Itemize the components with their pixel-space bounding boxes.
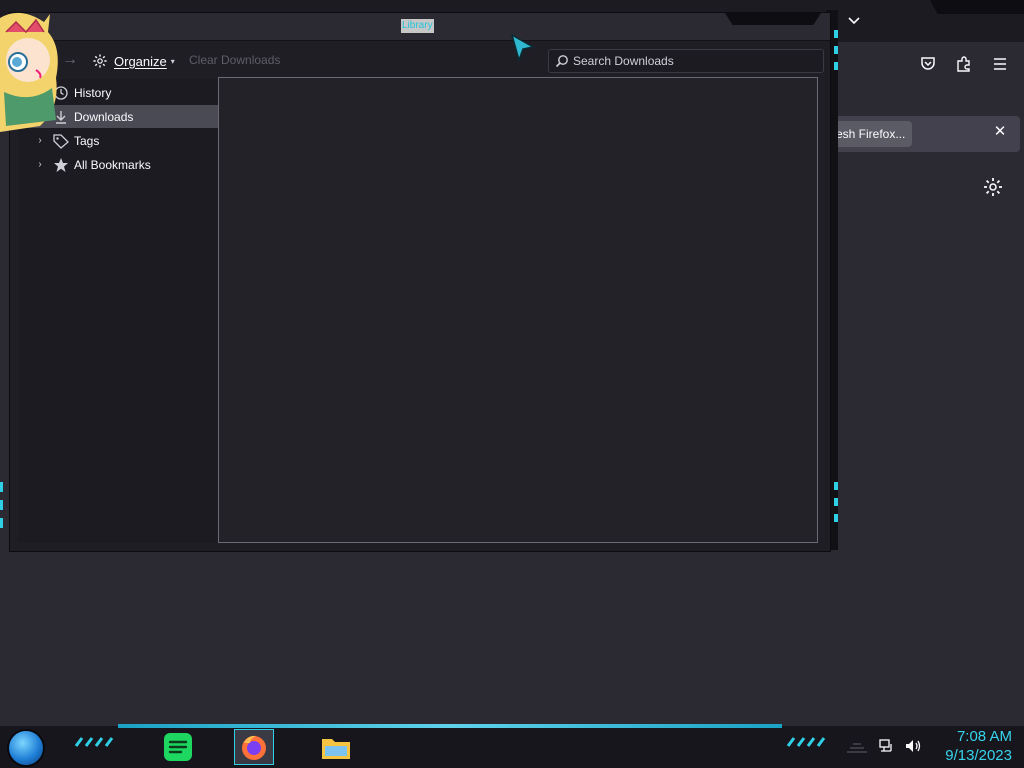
chevron-right-icon[interactable]: ›: [34, 135, 46, 146]
frame-accent: [834, 46, 838, 54]
star-icon: [52, 156, 70, 174]
sidebar-item-label: Tags: [74, 133, 100, 148]
puzzle-icon: [957, 56, 970, 72]
gear-icon: [93, 54, 107, 68]
organize-button[interactable]: Organize ▾: [92, 50, 175, 72]
forward-button[interactable]: →: [62, 51, 82, 69]
arrow-right-icon: →: [62, 51, 78, 68]
gear-icon: [984, 178, 1002, 196]
library-sidebar: History Downloads › Tags › All Bookmarks: [18, 79, 218, 543]
mouse-cursor-icon: [510, 33, 536, 63]
caret-down-icon: ▾: [170, 56, 175, 66]
settings-button[interactable]: [982, 176, 1004, 198]
volume-icon[interactable]: [904, 738, 922, 754]
window-title: Library: [401, 19, 434, 33]
taskbar-chevron-decoration: [786, 737, 826, 747]
search-input[interactable]: [573, 50, 818, 72]
downloads-list[interactable]: [218, 77, 818, 543]
start-button[interactable]: [7, 729, 45, 767]
sidebar-item-all-bookmarks[interactable]: › All Bookmarks: [18, 153, 218, 176]
taskbar-chevron-decoration: [74, 737, 114, 747]
chevron-down-icon: [848, 17, 860, 25]
taskbar: [0, 726, 1024, 768]
frame-accent: [834, 498, 838, 506]
frame-accent: [834, 482, 838, 490]
frame-accent: [0, 482, 3, 492]
spotify-icon: [164, 733, 192, 761]
file-explorer-icon: [322, 739, 350, 759]
frame-accent: [834, 62, 838, 70]
extensions-button[interactable]: [952, 52, 976, 76]
library-titlebar[interactable]: Library: [10, 13, 830, 41]
list-all-tabs-button[interactable]: [842, 10, 866, 32]
taskbar-spotify[interactable]: [158, 729, 198, 765]
sidebar-item-label: Downloads: [74, 109, 134, 124]
chevron-right-icon[interactable]: ›: [34, 159, 46, 170]
taskbar-clock[interactable]: 7:08 AM 9/13/2023: [930, 727, 1012, 765]
frame-accent: [0, 500, 3, 510]
cartoon-avatar-icon: [0, 12, 58, 132]
app-menu-button[interactable]: [988, 52, 1012, 76]
search-icon: [555, 55, 568, 68]
taskbar-firefox[interactable]: [234, 729, 274, 765]
clock-time: 7:08 AM: [956, 728, 1012, 745]
titlebar-notch-decoration: [725, 13, 821, 25]
close-icon: ✕: [993, 123, 1007, 140]
pocket-button[interactable]: [916, 52, 940, 76]
pocket-icon: [921, 57, 935, 70]
tag-icon: [52, 132, 70, 150]
firefox-icon: [242, 735, 266, 760]
library-toolbar: → Organize ▾ Clear Downloads: [18, 45, 824, 75]
sidebar-item-label: History: [74, 85, 112, 100]
organize-label: Organize: [114, 53, 167, 69]
frame-corner-decoration: [930, 0, 1024, 14]
clear-downloads-button[interactable]: Clear Downloads: [189, 53, 280, 67]
show-hidden-icons-button[interactable]: [846, 740, 868, 754]
network-icon[interactable]: [878, 738, 894, 754]
library-window: Library → Organize ▾ Clear Downloads His…: [9, 12, 831, 552]
notification-close-button[interactable]: ✕: [990, 122, 1010, 142]
hamburger-menu-icon: [994, 58, 1006, 70]
taskbar-accent-line: [118, 724, 782, 728]
refresh-firefox-button[interactable]: resh Firefox...: [828, 121, 912, 147]
frame-accent: [0, 518, 3, 528]
clock-date: 9/13/2023: [945, 747, 1012, 764]
sidebar-item-label: All Bookmarks: [74, 157, 151, 172]
sidebar-item-tags[interactable]: › Tags: [18, 129, 218, 152]
frame-accent: [834, 30, 838, 38]
frame-accent: [834, 514, 838, 522]
search-downloads-box[interactable]: [548, 49, 824, 73]
system-tray: [878, 736, 922, 756]
taskbar-file-explorer[interactable]: [316, 729, 356, 765]
